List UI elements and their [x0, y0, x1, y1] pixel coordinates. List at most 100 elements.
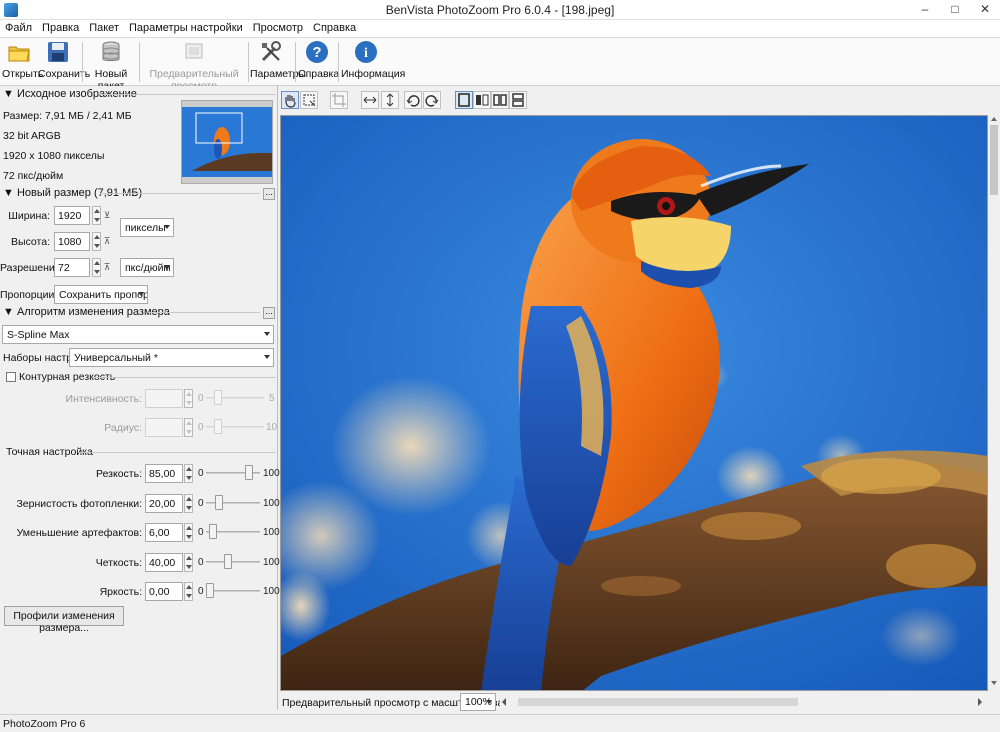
fine-row-input[interactable]: 85,00 [145, 464, 183, 483]
slider-thumb[interactable] [214, 419, 222, 434]
radius-label: Радиус: [104, 422, 142, 434]
toolbar: Открыть Сохранить Новый пакет Предварите… [0, 38, 1000, 92]
settings-button[interactable]: Параметры [250, 40, 306, 80]
fine-row-spinner[interactable] [184, 582, 193, 601]
single-view-button[interactable] [455, 91, 473, 109]
fine-row-input[interactable]: 6,00 [145, 523, 183, 542]
svg-text:i: i [364, 46, 368, 61]
help-button[interactable]: ? Справка [298, 40, 339, 80]
preset-select[interactable]: Универсальный * [69, 348, 274, 367]
size-unit-select[interactable]: пикселы [120, 218, 174, 237]
scroll-up-icon[interactable] [991, 117, 997, 121]
split-view-icon [476, 94, 489, 106]
resolution-spinner[interactable] [92, 258, 101, 277]
menu-batch[interactable]: Пакет [84, 20, 124, 34]
fine-row-spinner[interactable] [184, 464, 193, 483]
menu-file[interactable]: Файл [0, 20, 37, 34]
resize-profiles-button[interactable]: Профили изменения размера... [4, 606, 124, 634]
fine-row-slider[interactable] [206, 582, 260, 600]
resolution-unit-select[interactable]: пкс/дюйм [120, 258, 174, 277]
preview-vertical-scrollbar[interactable] [988, 115, 1000, 691]
side-by-side-view-button[interactable] [491, 91, 509, 109]
info-icon: i [354, 40, 378, 64]
maximize-button[interactable]: □ [940, 0, 970, 20]
resize-method-select[interactable]: S-Spline Max [2, 325, 274, 344]
proportions-select[interactable]: Сохранить пропорции [54, 285, 148, 304]
rotate-left-button[interactable] [404, 91, 422, 109]
menu-edit[interactable]: Правка [37, 20, 84, 34]
menu-help[interactable]: Справка [308, 20, 361, 34]
scroll-left-icon[interactable] [502, 698, 506, 706]
source-thumbnail[interactable] [181, 100, 273, 184]
zoom-select[interactable]: 100% [460, 693, 496, 711]
fine-row-slider[interactable] [206, 553, 260, 571]
slider-thumb[interactable] [209, 524, 217, 539]
fine-row-spinner[interactable] [184, 523, 193, 542]
top-bottom-view-button[interactable] [509, 91, 527, 109]
fine-row-input[interactable]: 20,00 [145, 494, 183, 513]
chain-link-icon[interactable]: ⊼ [103, 232, 111, 251]
divider [92, 377, 276, 378]
edge-sharpen-checkbox[interactable] [6, 372, 16, 382]
new-size-more-button[interactable]: ... [263, 188, 275, 200]
new-batch-button[interactable]: Новый пакет [86, 40, 136, 92]
height-spinner[interactable] [92, 232, 101, 251]
split-view-button[interactable] [473, 91, 491, 109]
width-input[interactable]: 1920 [54, 206, 90, 225]
fit-width-button[interactable] [361, 91, 379, 109]
side-by-side-icon [493, 94, 507, 106]
scroll-down-icon[interactable] [991, 681, 997, 685]
intensity-slider[interactable] [206, 389, 264, 407]
resolution-input[interactable]: 72 [54, 258, 90, 277]
slider-thumb[interactable] [215, 495, 223, 510]
fine-row-input[interactable]: 0,00 [145, 582, 183, 601]
toolbar-separator [139, 42, 140, 82]
algorithm-more-button[interactable]: ... [263, 307, 275, 319]
crop-icon [332, 93, 346, 107]
fine-row-spinner[interactable] [184, 553, 193, 572]
minimize-button[interactable]: – [910, 0, 940, 20]
fit-height-button[interactable] [381, 91, 399, 109]
menu-settings[interactable]: Параметры настройки [124, 20, 248, 34]
radius-spinner[interactable] [184, 418, 193, 437]
open-button[interactable]: Открыть [2, 40, 43, 80]
radius-min: 0 [198, 422, 204, 433]
fine-row-slider[interactable] [206, 494, 260, 512]
chain-link-icon[interactable]: ⊻ [103, 206, 111, 225]
radius-slider[interactable] [206, 418, 264, 436]
slider-thumb[interactable] [245, 465, 253, 480]
fine-row-max: 100 [263, 468, 280, 479]
crop-tool-button[interactable] [330, 91, 348, 109]
intensity-input[interactable] [145, 389, 183, 408]
svg-text:?: ? [312, 44, 321, 61]
scroll-thumb[interactable] [518, 698, 798, 706]
width-spinner[interactable] [92, 206, 101, 225]
fine-row-slider[interactable] [206, 523, 260, 541]
scroll-thumb[interactable] [990, 125, 998, 195]
algorithm-section-header[interactable]: ▼ Алгоритм изменения размера [3, 306, 170, 318]
intensity-min: 0 [198, 393, 204, 404]
fine-row-spinner[interactable] [184, 494, 193, 513]
save-button[interactable]: Сохранить [38, 40, 90, 80]
preview-canvas[interactable] [280, 115, 988, 691]
menu-view[interactable]: Просмотр [248, 20, 308, 34]
scroll-right-icon[interactable] [978, 698, 982, 706]
fine-row-label: Уменьшение артефактов: [16, 527, 142, 539]
slider-thumb[interactable] [206, 583, 214, 598]
slider-thumb[interactable] [214, 390, 222, 405]
fine-row-input[interactable]: 40,00 [145, 553, 183, 572]
intensity-spinner[interactable] [184, 389, 193, 408]
preview-horizontal-scrollbar[interactable] [500, 695, 988, 709]
height-input[interactable]: 1080 [54, 232, 90, 251]
close-button[interactable]: ✕ [970, 0, 1000, 20]
fine-row-slider[interactable] [206, 464, 260, 482]
slider-thumb[interactable] [224, 554, 232, 569]
radius-input[interactable] [145, 418, 183, 437]
chain-link-icon[interactable]: ⊼ [103, 258, 111, 277]
hand-tool-button[interactable] [281, 91, 299, 109]
preview-button[interactable]: Предварительный просмотр [142, 40, 246, 92]
info-button[interactable]: i Информация [341, 40, 405, 80]
window-title: BenVista PhotoZoom Pro 6.0.4 - [198.jpeg… [385, 3, 615, 17]
crop-select-tool-button[interactable] [300, 91, 318, 109]
rotate-right-button[interactable] [423, 91, 441, 109]
